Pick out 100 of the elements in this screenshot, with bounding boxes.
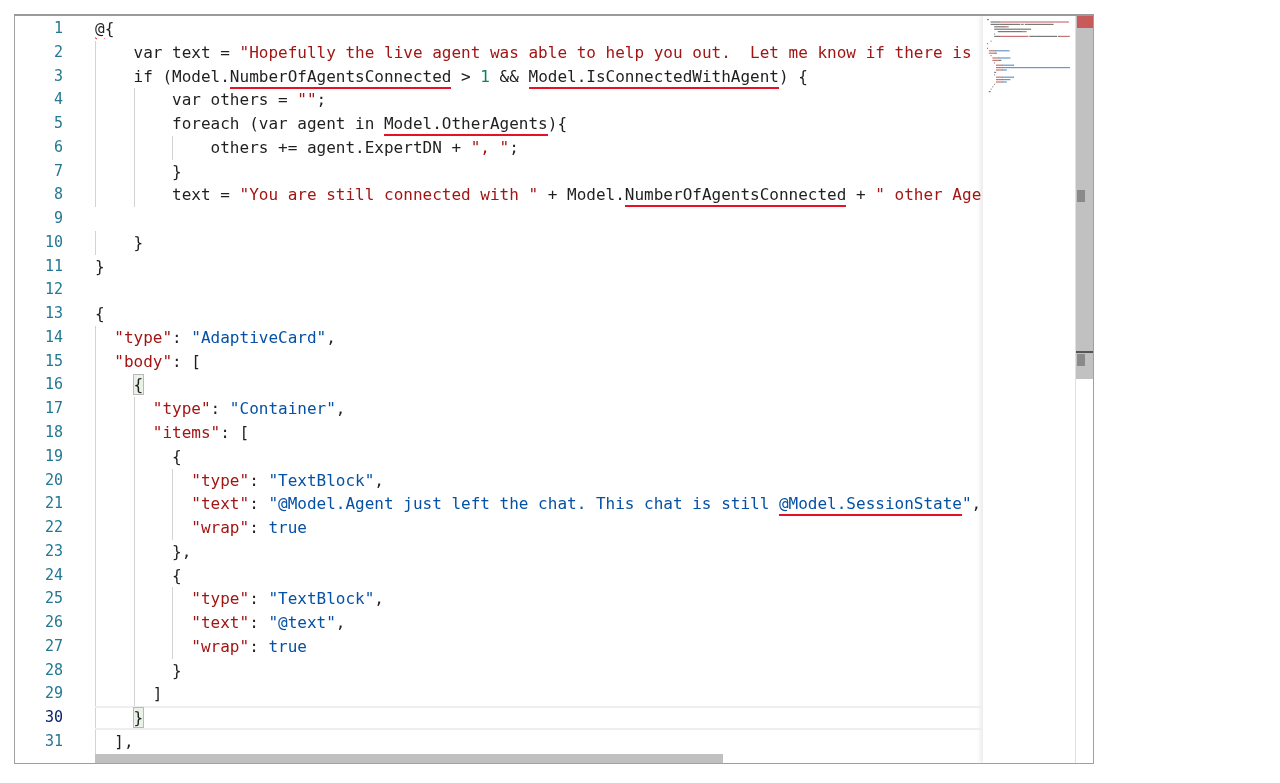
code-text: ) { [778, 66, 808, 86]
line-number: 29 [43, 683, 63, 705]
code-text: , [326, 327, 336, 347]
line-number: 23 [43, 540, 63, 562]
line-number: 2 [52, 41, 63, 63]
line-number: 21 [43, 493, 63, 515]
line-number: 18 [43, 422, 63, 443]
line-number: 15 [43, 350, 63, 372]
code-text: true [268, 636, 307, 656]
code-text: : [249, 636, 260, 656]
code-text: foreach (var agent in [172, 114, 376, 134]
code-text: } [95, 256, 105, 276]
code-text: : [249, 589, 260, 609]
code-text: : [249, 518, 260, 538]
code-text: if (Model. [133, 66, 230, 86]
line-number: 1 [52, 18, 63, 39]
matched-bracket: } [133, 708, 144, 728]
line-number: 20 [43, 469, 63, 491]
code-text: " [961, 494, 972, 514]
code-text: ; [316, 90, 327, 110]
line-number: 14 [43, 326, 63, 348]
code-text: "text" [191, 494, 250, 514]
line-number: 26 [43, 612, 63, 634]
line-number: 5 [52, 113, 63, 135]
underlined-code: NumberOfAgentsConnected [229, 66, 452, 89]
code-text: "You are still connected with " [239, 185, 539, 205]
code-text: : [172, 327, 183, 347]
code-text: var others = [172, 90, 289, 110]
code-text: > [461, 66, 472, 86]
line-number: 3 [52, 65, 63, 87]
line-number: 12 [43, 279, 63, 301]
line-number: 22 [43, 517, 63, 539]
code-text: , [335, 613, 346, 633]
line-number: 13 [43, 303, 63, 325]
code-text: "Container" [229, 399, 336, 419]
line-number: 30 [43, 707, 63, 729]
line-number: 31 [43, 730, 63, 752]
code-text: "" [297, 90, 317, 110]
line-number: 7 [52, 160, 63, 182]
code-text: "AdaptiveCard" [191, 327, 327, 347]
code-text: } [133, 232, 144, 252]
scrollbar[interactable] [1075, 16, 1093, 763]
underlined-code: NumberOfAgentsConnected [624, 185, 847, 208]
matched-bracket: { [133, 375, 144, 395]
code-text: 1 [480, 66, 490, 86]
line-number: 8 [52, 184, 63, 206]
code-text: ", " [470, 137, 510, 157]
code-text: " other Age [875, 185, 982, 205]
line-number: 16 [43, 374, 63, 396]
underlined-code: Model.IsConnectedWithAgent [528, 66, 779, 89]
code-text: : [ [172, 351, 201, 371]
line-number: 6 [52, 136, 63, 158]
code-text: "body" [114, 351, 173, 371]
code-text: : [249, 470, 260, 490]
code-text: ){ [547, 114, 567, 134]
code-text: "type" [191, 470, 250, 490]
code-text: var text = [133, 42, 231, 62]
code-text: { [172, 565, 182, 585]
code-text: + [856, 185, 867, 205]
code-text: "TextBlock" [268, 470, 375, 490]
code-text: } [172, 660, 182, 680]
code-text: "text" [191, 613, 250, 633]
line-number: 9 [52, 208, 63, 230]
code-text: { [95, 304, 105, 324]
code-text: + Model. [547, 185, 625, 205]
code-text: { [172, 446, 182, 466]
line-number: 25 [43, 588, 63, 610]
code-text: "type" [152, 399, 211, 419]
code-text: "@text" [268, 613, 336, 633]
code-text: @ [95, 19, 105, 38]
underlined-code: @Model.SessionState [778, 494, 962, 517]
code-text: "type" [191, 589, 250, 609]
code-text: "Hopefully the live agent was able to help you out. Let me know if there is [239, 42, 972, 62]
code-text: ] [152, 684, 163, 704]
code-text: && [499, 66, 520, 86]
code-text: : [210, 399, 222, 419]
code-text: ; [509, 137, 519, 157]
line-number: 28 [43, 659, 63, 681]
code-text: } [172, 161, 182, 181]
code-text: "wrap" [191, 636, 250, 656]
code-text: "@Model.Agent just left the chat. This chat is still [268, 494, 771, 514]
line-number: 10 [43, 231, 63, 253]
code-text: text = [172, 185, 231, 205]
code-text: "TextBlock" [268, 589, 375, 609]
code-text: true [268, 518, 307, 538]
code-text: , [374, 470, 384, 490]
code-text: }, [172, 541, 192, 561]
line-number: 17 [43, 398, 63, 420]
code-text: "wrap" [191, 518, 250, 538]
line-number: 11 [43, 255, 63, 277]
line-number: 19 [43, 445, 63, 467]
underlined-code: Model.OtherAgents [384, 114, 548, 137]
code-text: , [374, 589, 384, 609]
code-text: : [249, 613, 260, 633]
code-text: others += agent.ExpertDN + [210, 137, 463, 157]
code-text: "items" [152, 423, 221, 442]
line-number: 4 [52, 89, 63, 111]
code-text: { [104, 19, 115, 38]
code-text: ], [114, 731, 134, 751]
code-text: , [971, 494, 982, 514]
